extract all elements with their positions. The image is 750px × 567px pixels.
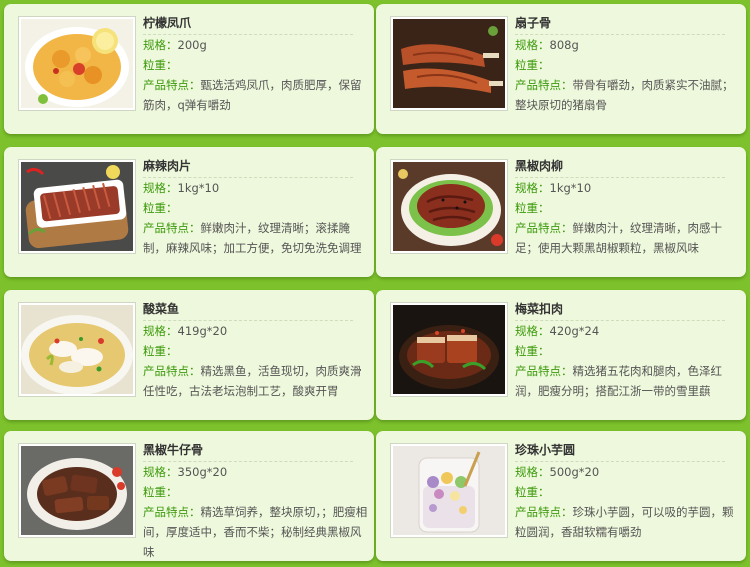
spec-label: 规格： bbox=[515, 324, 550, 338]
spec-row: 规格：1kg*10 bbox=[515, 178, 741, 198]
product-name[interactable]: 珍珠小芋圆 bbox=[515, 441, 725, 462]
weight-row: 粒重： bbox=[515, 482, 741, 502]
product-image[interactable] bbox=[18, 159, 136, 254]
black-pepper-beef-ribs-image bbox=[21, 446, 133, 535]
spec-row: 规格：808g bbox=[515, 35, 741, 55]
product-name[interactable]: 柠檬凤爪 bbox=[143, 14, 353, 35]
product-image[interactable] bbox=[18, 302, 136, 397]
spec-row: 规格：350g*20 bbox=[143, 462, 369, 482]
spec-value: 1kg*10 bbox=[177, 181, 220, 195]
weight-label: 粒重： bbox=[515, 58, 550, 72]
feature-row: 产品特点：精选草饲养，整块原切，；肥瘦相间，厚度适中，香而不柴；秘制经典黑椒风味 bbox=[143, 502, 369, 561]
feature-row: 产品特点：精选黑鱼，活鱼现切，肉质爽滑任性吃，古法老坛泡制工艺，酸爽开胃 bbox=[143, 361, 369, 420]
spec-label: 规格： bbox=[515, 38, 550, 52]
feature-row: 产品特点：甄选活鸡凤爪，肉质肥厚，保留筋肉，q弹有嚼劲 bbox=[143, 75, 369, 134]
spec-row: 规格：1kg*10 bbox=[143, 178, 369, 198]
weight-row: 粒重： bbox=[515, 198, 741, 218]
product-image[interactable] bbox=[390, 16, 508, 111]
product-card[interactable]: 黑椒牛仔骨 规格：350g*20 粒重： 产品特点：精选草饲养，整块原切，；肥瘦… bbox=[4, 431, 374, 561]
product-image[interactable] bbox=[390, 443, 508, 538]
spec-row: 规格：419g*20 bbox=[143, 321, 369, 341]
spec-value: 808g bbox=[549, 38, 579, 52]
spec-label: 规格： bbox=[515, 465, 550, 479]
product-card[interactable]: 黑椒肉柳 规格：1kg*10 粒重： 产品特点：鲜嫩肉汁，纹理清晰，肉感十足；使… bbox=[376, 147, 746, 277]
feature-row: 产品特点：珍珠小芋圆，可以吸的芋圆，颗粒圆润，香甜软糯有嚼劲 bbox=[515, 502, 741, 561]
spec-label: 规格： bbox=[515, 181, 550, 195]
product-card[interactable]: 柠檬凤爪 规格：200g 粒重： 产品特点：甄选活鸡凤爪，肉质肥厚，保留筋肉，q… bbox=[4, 4, 374, 134]
weight-row: 粒重： bbox=[143, 482, 369, 502]
product-name[interactable]: 麻辣肉片 bbox=[143, 157, 353, 178]
taro-balls-dessert-image bbox=[393, 446, 505, 535]
weight-label: 粒重： bbox=[515, 344, 550, 358]
weight-label: 粒重： bbox=[515, 485, 550, 499]
product-card[interactable]: 麻辣肉片 规格：1kg*10 粒重： 产品特点：鲜嫩肉汁，纹理清晰；滚揉腌制，麻… bbox=[4, 147, 374, 277]
weight-label: 粒重： bbox=[143, 201, 178, 215]
feature-label: 产品特点： bbox=[143, 78, 201, 92]
lemon-chicken-feet-image bbox=[21, 19, 133, 108]
spec-row: 规格：500g*20 bbox=[515, 462, 741, 482]
spicy-meat-slices-image bbox=[21, 162, 133, 251]
weight-label: 粒重： bbox=[143, 485, 178, 499]
black-pepper-meat-strips-image bbox=[393, 162, 505, 251]
feature-row: 产品特点：带骨有嚼劲，肉质紧实不油腻；整块原切的猪扇骨 bbox=[515, 75, 741, 134]
weight-label: 粒重： bbox=[143, 58, 178, 72]
product-name[interactable]: 梅菜扣肉 bbox=[515, 300, 725, 321]
feature-label: 产品特点： bbox=[143, 221, 201, 235]
feature-label: 产品特点： bbox=[515, 78, 573, 92]
pickled-cabbage-fish-image bbox=[21, 305, 133, 394]
product-name[interactable]: 黑椒牛仔骨 bbox=[143, 441, 353, 462]
product-image[interactable] bbox=[390, 159, 508, 254]
weight-row: 粒重： bbox=[515, 341, 741, 361]
feature-label: 产品特点： bbox=[515, 221, 573, 235]
product-name[interactable]: 扇子骨 bbox=[515, 14, 725, 35]
spec-value: 200g bbox=[177, 38, 207, 52]
weight-label: 粒重： bbox=[515, 201, 550, 215]
spec-value: 420g*24 bbox=[549, 324, 600, 338]
product-card[interactable]: 酸菜鱼 规格：419g*20 粒重： 产品特点：精选黑鱼，活鱼现切，肉质爽滑任性… bbox=[4, 290, 374, 420]
product-name[interactable]: 黑椒肉柳 bbox=[515, 157, 725, 178]
spec-value: 500g*20 bbox=[549, 465, 600, 479]
product-name[interactable]: 酸菜鱼 bbox=[143, 300, 353, 321]
feature-label: 产品特点： bbox=[515, 364, 573, 378]
product-image[interactable] bbox=[18, 16, 136, 111]
feature-label: 产品特点： bbox=[143, 505, 201, 519]
braised-pork-preserved-vegetable-image bbox=[393, 305, 505, 394]
feature-row: 产品特点：精选猪五花肉和腿肉，色泽红润，肥瘦分明；搭配江浙一带的雪里蕻 bbox=[515, 361, 741, 420]
weight-row: 粒重： bbox=[515, 55, 741, 75]
spec-row: 规格：420g*24 bbox=[515, 321, 741, 341]
feature-row: 产品特点：鲜嫩肉汁，纹理清晰，肉感十足；使用大颗黑胡椒颗粒，黑椒风味 bbox=[515, 218, 741, 277]
spec-value: 1kg*10 bbox=[549, 181, 592, 195]
product-card[interactable]: 珍珠小芋圆 规格：500g*20 粒重： 产品特点：珍珠小芋圆，可以吸的芋圆，颗… bbox=[376, 431, 746, 561]
spec-label: 规格： bbox=[143, 181, 178, 195]
weight-label: 粒重： bbox=[143, 344, 178, 358]
spec-label: 规格： bbox=[143, 465, 178, 479]
product-image[interactable] bbox=[18, 443, 136, 538]
product-grid: 柠檬凤爪 规格：200g 粒重： 产品特点：甄选活鸡凤爪，肉质肥厚，保留筋肉，q… bbox=[0, 0, 750, 567]
product-card[interactable]: 扇子骨 规格：808g 粒重： 产品特点：带骨有嚼劲，肉质紧实不油腻；整块原切的… bbox=[376, 4, 746, 134]
spec-value: 350g*20 bbox=[177, 465, 228, 479]
spec-row: 规格：200g bbox=[143, 35, 369, 55]
spec-label: 规格： bbox=[143, 324, 178, 338]
spec-label: 规格： bbox=[143, 38, 178, 52]
feature-row: 产品特点：鲜嫩肉汁，纹理清晰；滚揉腌制，麻辣风味；加工方便，免切免洗免调理 bbox=[143, 218, 369, 277]
spec-value: 419g*20 bbox=[177, 324, 228, 338]
weight-row: 粒重： bbox=[143, 341, 369, 361]
weight-row: 粒重： bbox=[143, 55, 369, 75]
feature-label: 产品特点： bbox=[143, 364, 201, 378]
weight-row: 粒重： bbox=[143, 198, 369, 218]
feature-label: 产品特点： bbox=[515, 505, 573, 519]
pork-fan-bone-image bbox=[393, 19, 505, 108]
product-card[interactable]: 梅菜扣肉 规格：420g*24 粒重： 产品特点：精选猪五花肉和腿肉，色泽红润，… bbox=[376, 290, 746, 420]
product-image[interactable] bbox=[390, 302, 508, 397]
